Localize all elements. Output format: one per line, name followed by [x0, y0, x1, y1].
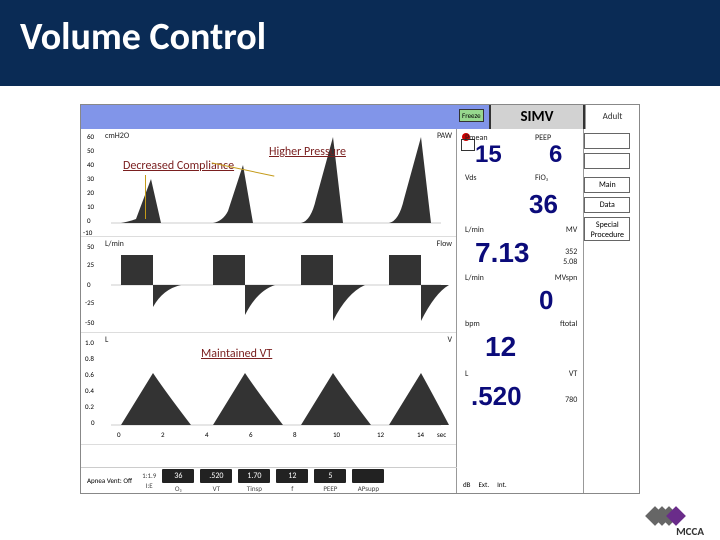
sidebutton-special[interactable]: Special Procedure	[584, 217, 630, 241]
slide-title: Volume Control	[20, 14, 700, 60]
ventilator-screen: SIMV Adult cmH2O PAW 60	[80, 104, 640, 494]
param-tinsp[interactable]: 1.70	[238, 469, 270, 483]
svg-text:0.2: 0.2	[85, 402, 94, 411]
legend-ext: Ext.	[479, 480, 490, 489]
svg-text:14: 14	[417, 430, 425, 439]
param-peep[interactable]: 5	[314, 469, 346, 483]
value-fio2: 36	[529, 189, 558, 220]
svg-text:12: 12	[377, 430, 385, 439]
sidebutton-data[interactable]: Data	[584, 197, 630, 213]
legend-int: Int.	[497, 480, 507, 489]
pressure-plot: cmH2O PAW 60 50 40 30 20	[81, 129, 456, 237]
svg-text:50: 50	[87, 242, 95, 251]
svg-text:4: 4	[205, 430, 209, 439]
value-mvspn: 0	[539, 285, 553, 316]
svg-text:20: 20	[87, 188, 95, 197]
value-peep: 6	[549, 141, 562, 169]
svg-text:8: 8	[293, 430, 297, 439]
param-apsupp[interactable]	[352, 469, 384, 483]
value-f: 12	[485, 331, 516, 363]
svg-text:0.8: 0.8	[85, 354, 94, 363]
slide-header: Volume Control	[0, 0, 720, 86]
svg-text:-10: -10	[83, 228, 93, 237]
svg-text:0.4: 0.4	[85, 386, 94, 395]
mode-display: SIMV	[489, 105, 585, 129]
side-buttons: Main Data Special Procedure	[584, 129, 639, 493]
svg-text:0.6: 0.6	[85, 370, 94, 379]
svg-text:sec: sec	[437, 430, 446, 439]
sidebutton-main[interactable]: Main	[584, 177, 630, 193]
svg-text:2: 2	[161, 430, 165, 439]
annotation-higher-pressure: Higher Pressure	[269, 145, 346, 159]
svg-text:10: 10	[333, 430, 341, 439]
mcca-text: MCCA	[676, 525, 704, 538]
param-bar: Apnea Vent: Off 1:1.9I:E 36O₂ .520VT 1.7…	[81, 467, 457, 493]
svg-text:-50: -50	[85, 318, 95, 327]
numeric-panel: Pmean PEEP 15 6 Vds FiO₂ 36 L/min MV 7.1…	[457, 129, 584, 493]
sidebutton-1[interactable]	[584, 133, 630, 149]
value-vt: .520	[471, 381, 522, 412]
sidebutton-2[interactable]	[584, 153, 630, 169]
param-o2[interactable]: 36	[162, 469, 194, 483]
svg-text:30: 30	[87, 174, 95, 183]
patient-type: Adult	[585, 105, 639, 129]
svg-text:0: 0	[91, 418, 95, 427]
flow-plot: L/min Flow 50 25 0 -25 -50	[81, 237, 456, 333]
header-blue	[81, 105, 489, 129]
annotation-decreased-compliance: Decreased Compliance	[123, 159, 234, 173]
svg-text:6: 6	[249, 430, 253, 439]
value-mv: 7.13	[475, 237, 530, 269]
svg-text:50: 50	[87, 146, 95, 155]
apnea-status: Apnea Vent: Off	[87, 476, 132, 485]
top-bar: SIMV Adult	[81, 105, 639, 129]
svg-text:10: 10	[87, 202, 95, 211]
freeze-button[interactable]: Freeze	[459, 109, 484, 122]
svg-text:1.0: 1.0	[85, 338, 94, 347]
svg-text:60: 60	[87, 132, 95, 141]
param-vt[interactable]: .520	[200, 469, 232, 483]
svg-text:40: 40	[87, 160, 95, 169]
svg-text:0: 0	[117, 430, 121, 439]
svg-text:-25: -25	[85, 298, 95, 307]
svg-text:25: 25	[87, 260, 95, 269]
value-pmean: 15	[475, 141, 502, 169]
volume-plot: L V 1.0 0.8 0.6 0.4 0.2 0 0	[81, 333, 456, 445]
legend-db: dB	[463, 480, 471, 489]
waveform-area: cmH2O PAW 60 50 40 30 20	[81, 129, 457, 493]
svg-text:0: 0	[87, 280, 91, 289]
annotation-maintained-vt: Maintained VT	[201, 347, 272, 361]
param-f[interactable]: 12	[276, 469, 308, 483]
svg-text:0: 0	[87, 216, 91, 225]
